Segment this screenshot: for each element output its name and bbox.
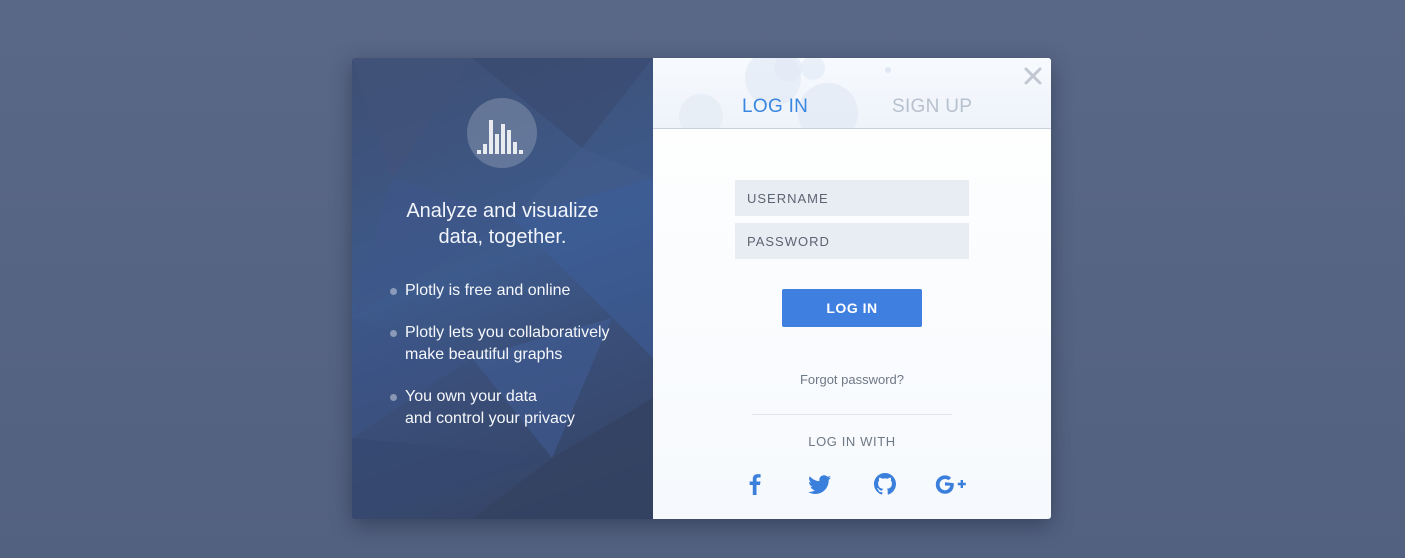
- feature-item: Plotly lets you collaboratively make bea…: [390, 322, 640, 366]
- feature-text: You own your data: [405, 388, 537, 405]
- login-panel: LOG IN SIGN UP LOG IN Forgot password? L…: [653, 58, 1051, 519]
- feature-list: Plotly is free and online Plotly lets yo…: [390, 280, 640, 450]
- username-input[interactable]: [735, 180, 969, 216]
- feature-text: Plotly lets you collaboratively: [405, 324, 610, 341]
- promo-headline: Analyze and visualize data, together.: [352, 198, 653, 250]
- feature-item: Plotly is free and online: [390, 280, 640, 302]
- github-icon[interactable]: [872, 471, 898, 497]
- tab-signup[interactable]: SIGN UP: [892, 96, 972, 118]
- google-plus-icon[interactable]: [934, 471, 968, 497]
- auth-tabs: LOG IN SIGN UP: [653, 58, 1051, 129]
- login-modal: Analyze and visualize data, together. Pl…: [352, 58, 1051, 519]
- close-icon[interactable]: [1023, 66, 1043, 86]
- divider: [752, 414, 952, 415]
- twitter-icon[interactable]: [807, 471, 833, 497]
- feature-text-cont: and control your privacy: [405, 410, 575, 427]
- feature-text: Plotly is free and online: [405, 282, 571, 299]
- promo-panel: Analyze and visualize data, together. Pl…: [352, 58, 653, 519]
- forgot-password-link[interactable]: Forgot password?: [653, 372, 1051, 387]
- tab-login[interactable]: LOG IN: [742, 96, 808, 118]
- plotly-logo: [467, 98, 537, 168]
- bullet-dot-icon: [390, 288, 397, 295]
- feature-item: You own your data and control your priva…: [390, 386, 640, 430]
- login-button[interactable]: LOG IN: [782, 289, 922, 327]
- bullet-dot-icon: [390, 394, 397, 401]
- headline-line-1: Analyze and visualize: [406, 200, 599, 222]
- headline-line-2: data, together.: [438, 226, 567, 248]
- bullet-dot-icon: [390, 330, 397, 337]
- bar-chart-icon: [477, 120, 523, 154]
- social-login-heading: LOG IN WITH: [808, 434, 896, 449]
- bubble-decoration: [679, 58, 891, 128]
- facebook-icon[interactable]: [742, 471, 768, 497]
- feature-text-cont: make beautiful graphs: [405, 346, 563, 363]
- password-input[interactable]: [735, 223, 969, 259]
